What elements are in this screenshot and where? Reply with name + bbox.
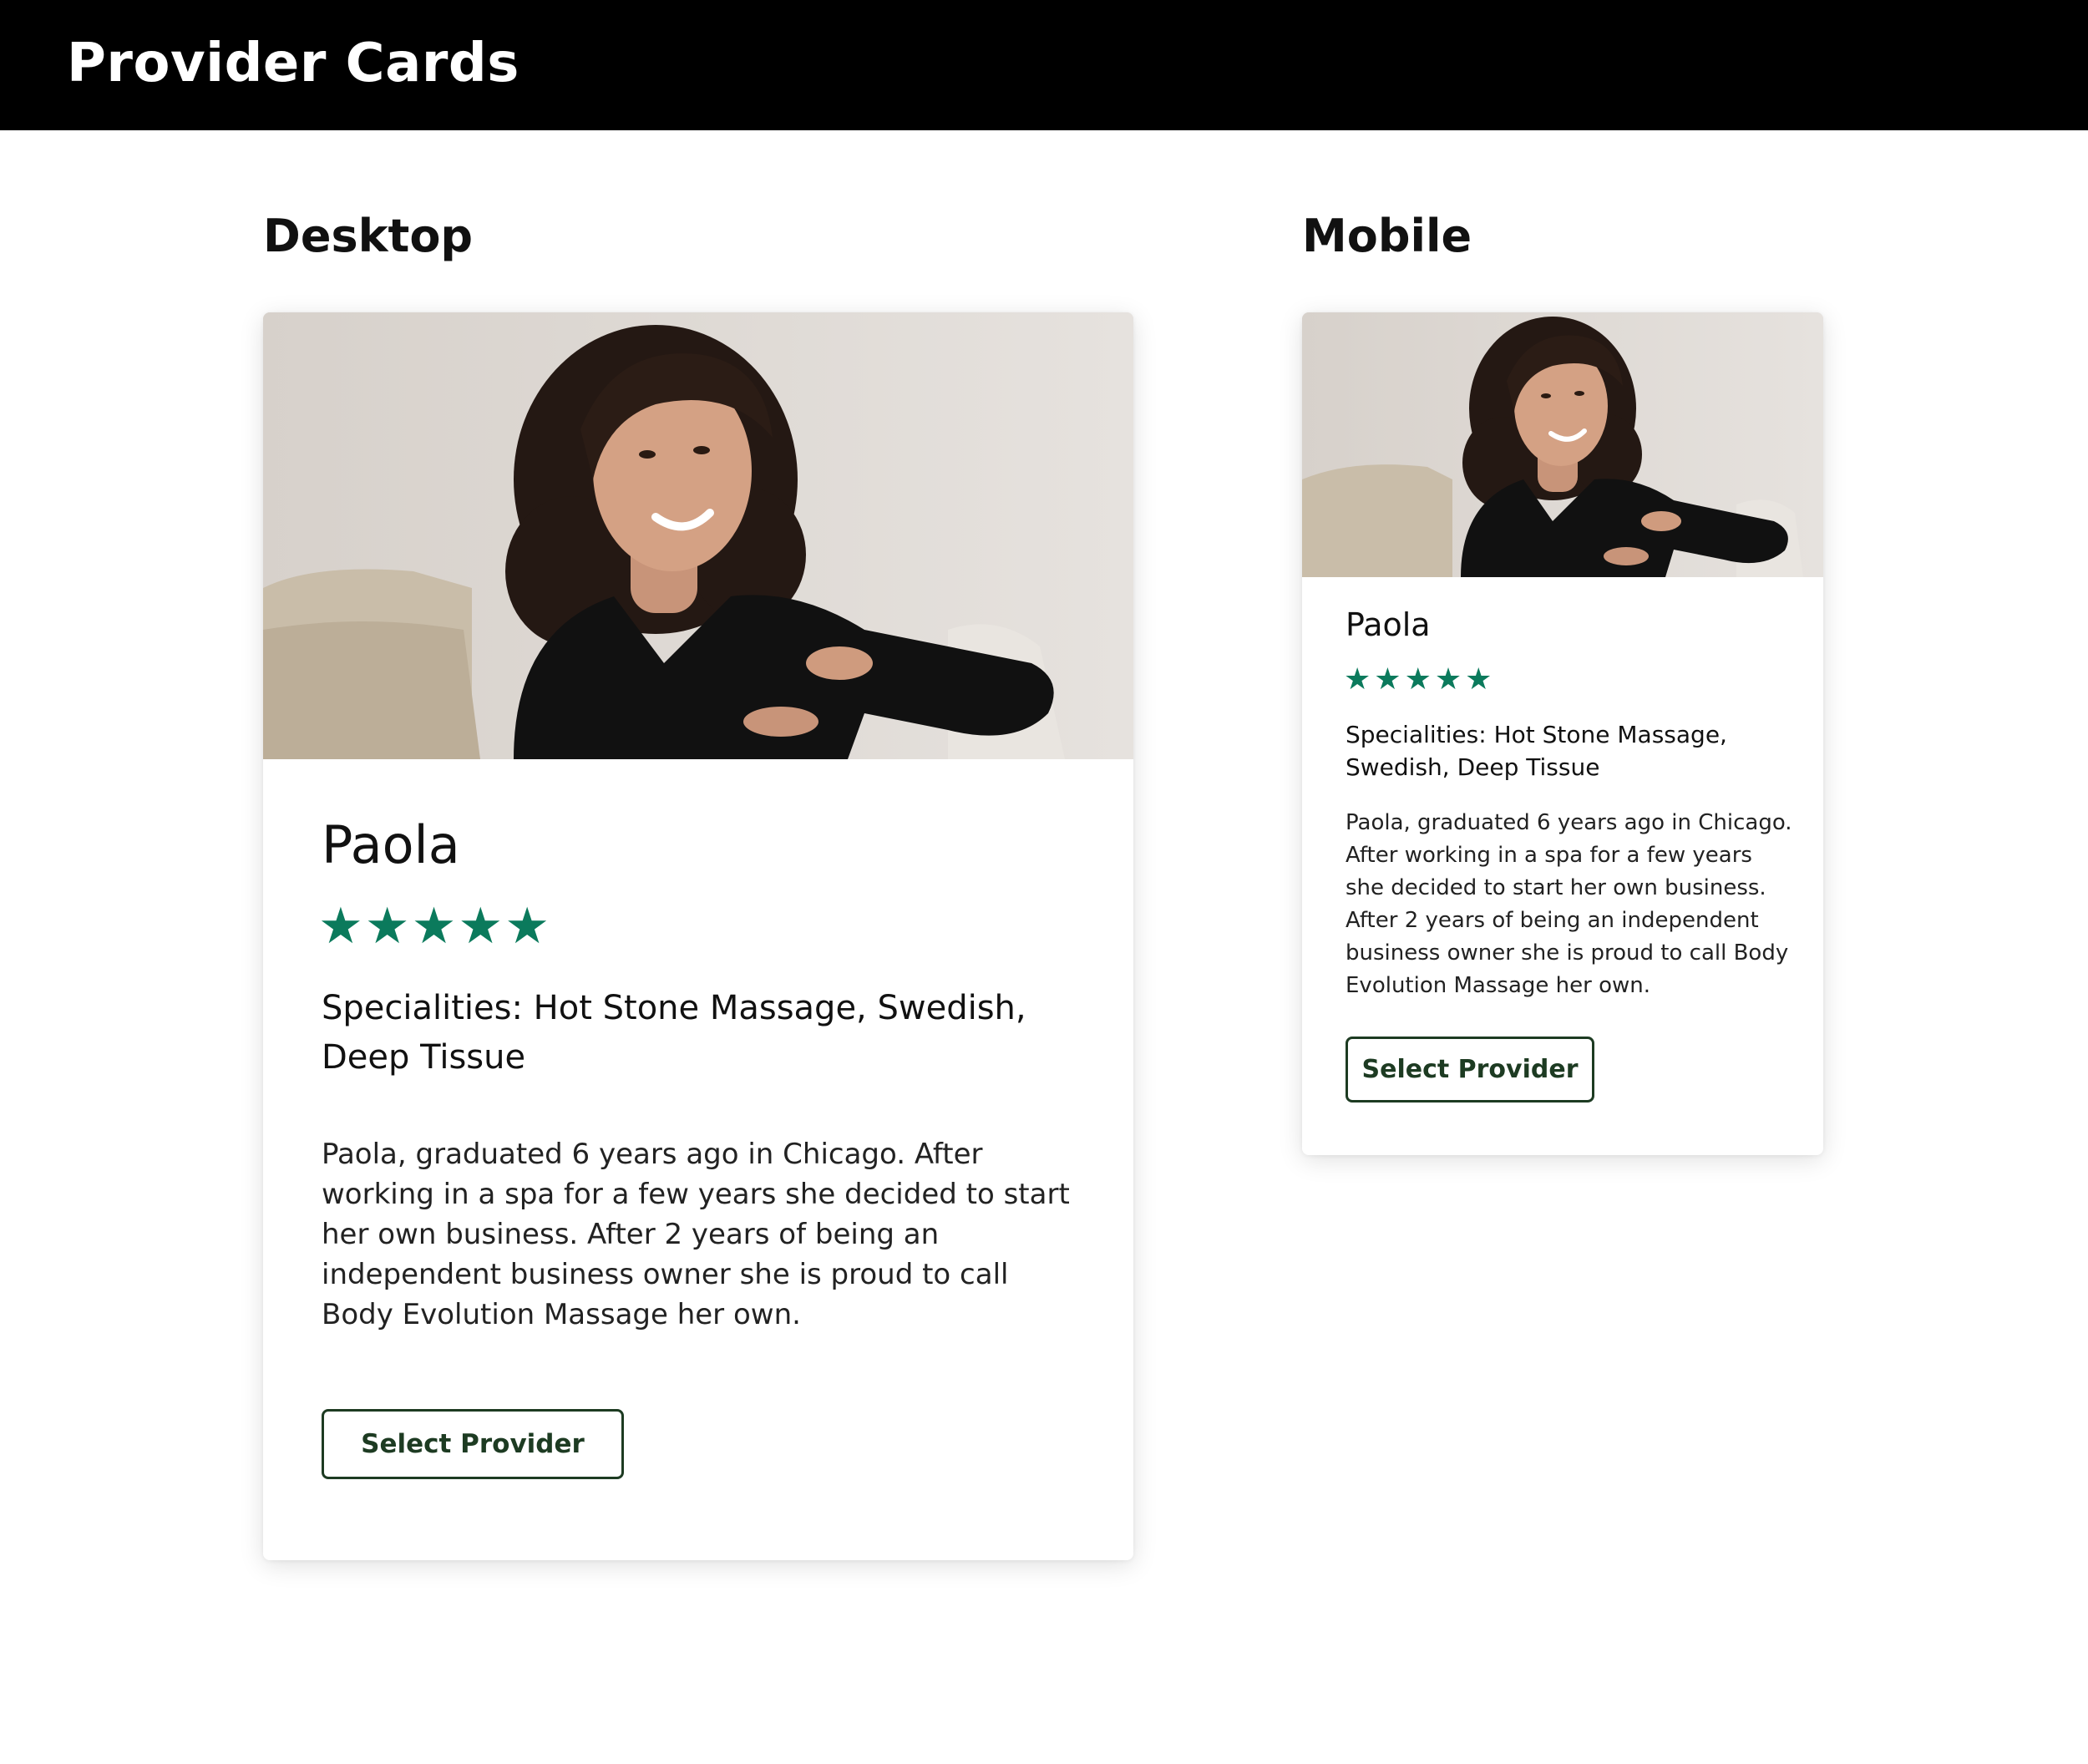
provider-card-mobile: Paola ★ ★ ★ ★ ★ Specialities: Hot Stone … xyxy=(1302,312,1823,1155)
header-bar: Provider Cards xyxy=(0,0,2088,130)
provider-specialities: Specialities: Hot Stone Massage, Swedish… xyxy=(322,989,1026,1077)
star-icon: ★ xyxy=(364,897,410,956)
star-icon: ★ xyxy=(1404,662,1432,697)
provider-photo xyxy=(1302,312,1823,577)
provider-photo-illustration xyxy=(263,312,1133,759)
select-provider-button[interactable]: Select Provider xyxy=(322,1409,624,1479)
star-icon: ★ xyxy=(1465,662,1493,697)
star-icon: ★ xyxy=(318,897,363,956)
provider-name: Paola xyxy=(322,814,460,875)
provider-bio: Paola, graduated 6 years ago in Chicago.… xyxy=(322,1138,1070,1331)
mobile-section-heading: Mobile xyxy=(1302,210,1472,262)
provider-bio: Paola, graduated 6 years ago in Chicago.… xyxy=(1346,810,1792,998)
provider-name: Paola xyxy=(1346,606,1431,643)
desktop-section-heading: Desktop xyxy=(263,210,474,262)
star-icon: ★ xyxy=(1374,662,1401,697)
page-title: Provider Cards xyxy=(67,33,519,94)
star-icon: ★ xyxy=(1434,662,1462,697)
select-provider-button[interactable]: Select Provider xyxy=(1346,1037,1594,1102)
star-icon: ★ xyxy=(411,897,457,956)
rating-stars: ★ ★ ★ ★ ★ xyxy=(1344,662,1492,698)
star-icon: ★ xyxy=(504,897,550,956)
star-icon: ★ xyxy=(1344,662,1371,697)
provider-photo xyxy=(263,312,1133,759)
rating-stars: ★ ★ ★ ★ ★ xyxy=(318,897,550,956)
star-icon: ★ xyxy=(458,897,504,956)
provider-card-desktop: Paola ★ ★ ★ ★ ★ Specialities: Hot Stone … xyxy=(263,312,1133,1560)
provider-specialities: Specialities: Hot Stone Massage, Swedish… xyxy=(1346,721,1727,781)
provider-photo-illustration xyxy=(1302,312,1823,577)
